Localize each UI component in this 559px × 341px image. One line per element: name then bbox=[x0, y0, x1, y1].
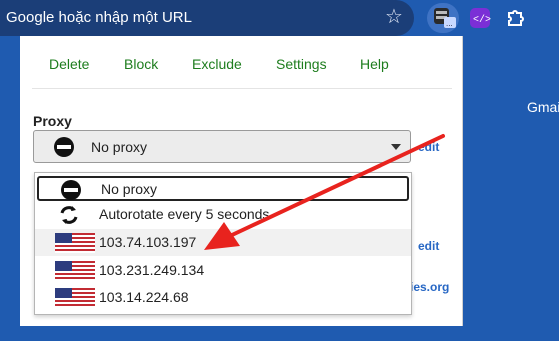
annotation-arrow bbox=[204, 134, 445, 250]
